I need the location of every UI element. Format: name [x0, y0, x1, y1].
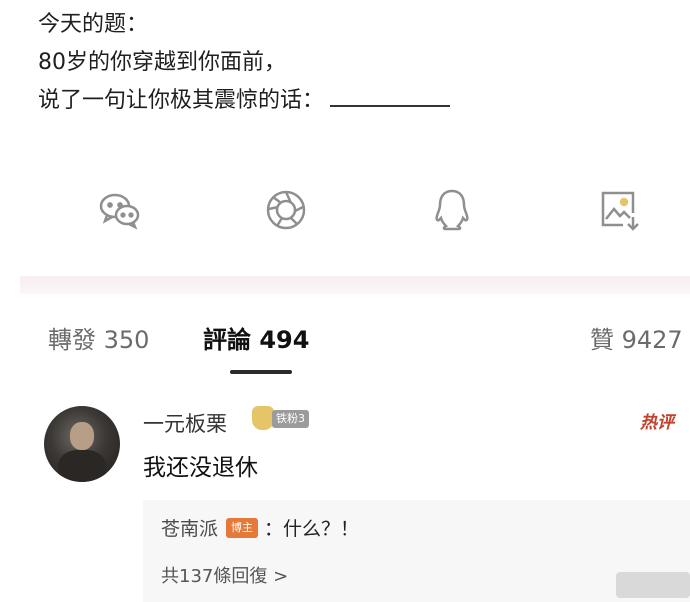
save-image-icon — [601, 191, 639, 231]
tab-reposts[interactable]: 轉發 350 — [48, 320, 149, 355]
author-badge: 博主 — [226, 517, 259, 538]
answer-blank — [330, 83, 451, 107]
hot-comment-tag: 热评 — [640, 413, 674, 433]
share-row — [0, 182, 690, 238]
avatar-body — [58, 450, 106, 482]
comment-username[interactable]: 一元板栗 — [143, 408, 227, 438]
reply-username[interactable]: 苍南派 — [161, 514, 218, 541]
comment-tabs: 轉發 350 評論 494 贊 9427 — [0, 320, 690, 364]
post-question-line-1: 今天的题： — [38, 12, 149, 37]
post-question-line-3: 说了一句让你极其震惊的话： — [38, 82, 451, 120]
section-divider — [20, 276, 690, 294]
view-all-replies-link[interactable]: 共137條回復 > — [161, 562, 288, 588]
fan-badge-icon — [252, 406, 274, 430]
tab-likes[interactable]: 贊 9427 — [590, 320, 683, 355]
share-moments-button[interactable] — [258, 182, 314, 238]
post-question-line-3-text: 说了一句让你极其震惊的话： — [38, 88, 325, 113]
tab-comments[interactable]: 評論 494 — [203, 320, 309, 355]
share-qq-button[interactable] — [424, 182, 480, 238]
active-tab-indicator — [230, 370, 292, 374]
save-image-button[interactable] — [590, 182, 646, 238]
avatar[interactable] — [44, 406, 120, 482]
comment-text: 我还没退休 — [143, 455, 258, 481]
watermark — [616, 572, 690, 598]
reply-text: ：什么？！ — [264, 518, 360, 540]
reply-box[interactable]: 苍南派 博主 ：什么？！ 共137條回復 > — [143, 500, 690, 602]
moments-icon — [266, 190, 306, 230]
wechat-icon — [99, 193, 140, 230]
post-question: 今天的题： 80岁的你穿越到你面前， 说了一句让你极其震惊的话： — [38, 6, 451, 120]
reply-item: 苍南派 博主 ：什么？！ — [161, 514, 359, 541]
avatar-face — [70, 422, 94, 450]
fan-badge: 铁粉3 — [252, 406, 318, 432]
comment-item: 一元板栗 铁粉3 热评 我还没退休 苍南派 博主 ：什么？！ 共137條回復 > — [0, 400, 690, 602]
post-question-line-2: 80岁的你穿越到你面前， — [38, 50, 286, 75]
fan-badge-label: 铁粉3 — [272, 410, 309, 428]
qq-icon — [435, 189, 469, 231]
share-wechat-button[interactable] — [92, 182, 148, 238]
